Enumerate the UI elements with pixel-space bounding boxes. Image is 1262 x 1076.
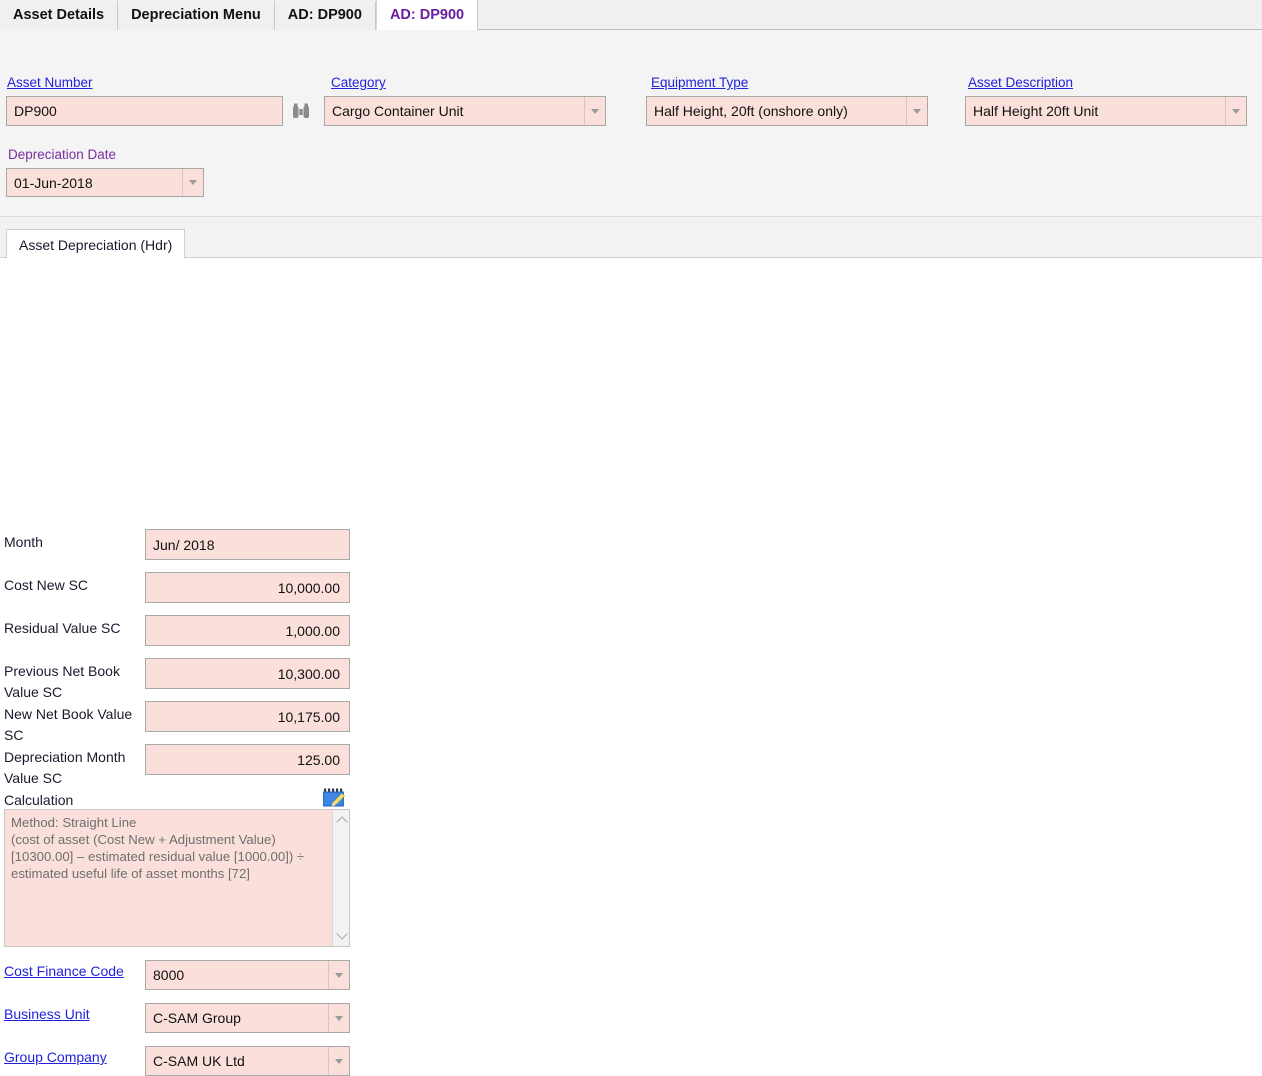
- depreciation-date-value: 01-Jun-2018: [14, 175, 93, 191]
- chevron-down-icon[interactable]: [906, 97, 927, 125]
- tab-ad-dp900-2[interactable]: AD: DP900: [376, 0, 478, 30]
- chevron-down-icon[interactable]: [182, 169, 203, 196]
- chevron-down-icon[interactable]: [328, 1004, 349, 1032]
- group-company-label[interactable]: Group Company: [4, 1047, 142, 1068]
- cost-new-sc-input[interactable]: 10,000.00: [145, 572, 350, 603]
- equipment-type-select[interactable]: Half Height, 20ft (onshore only): [646, 96, 928, 126]
- previous-net-book-value-sc-label: Previous Net Book Value SC: [4, 661, 144, 703]
- month-input[interactable]: Jun/ 2018: [145, 529, 350, 560]
- cost-new-sc-label: Cost New SC: [4, 575, 144, 596]
- asset-number-input[interactable]: DP900: [6, 96, 283, 126]
- asset-header-panel: Asset Number DP900 Category Cargo Contai…: [0, 30, 1262, 217]
- equipment-type-label[interactable]: Equipment Type: [651, 75, 748, 90]
- depreciation-month-value-sc-label: Depreciation Month Value SC: [4, 747, 144, 789]
- tab-depreciation-menu[interactable]: Depreciation Menu: [118, 1, 275, 30]
- residual-value-sc-input[interactable]: 1,000.00: [145, 615, 350, 646]
- asset-number-label[interactable]: Asset Number: [7, 75, 93, 90]
- cost-finance-code-value: 8000: [153, 967, 184, 983]
- group-company-select[interactable]: C-SAM UK Ltd: [145, 1046, 350, 1076]
- sub-tab-strip: Asset Depreciation (Hdr): [0, 217, 1262, 258]
- depreciation-month-value-sc-input[interactable]: 125.00: [145, 744, 350, 775]
- new-net-book-value-sc-input[interactable]: 10,175.00: [145, 701, 350, 732]
- category-select[interactable]: Cargo Container Unit: [324, 96, 606, 126]
- binoculars-icon[interactable]: [290, 100, 312, 122]
- notepad-edit-icon[interactable]: [322, 787, 346, 808]
- chevron-down-icon[interactable]: [1225, 97, 1246, 125]
- business-unit-select[interactable]: C-SAM Group: [145, 1003, 350, 1033]
- scroll-up-icon[interactable]: [333, 812, 350, 829]
- category-label[interactable]: Category: [331, 75, 386, 90]
- calculation-scrollbar[interactable]: [332, 810, 349, 946]
- business-unit-label[interactable]: Business Unit: [4, 1004, 142, 1025]
- calculation-text: Method: Straight Line (cost of asset (Co…: [11, 814, 321, 882]
- new-net-book-value-sc-label: New Net Book Value SC: [4, 704, 144, 746]
- scroll-down-icon[interactable]: [333, 927, 350, 944]
- asset-description-value: Half Height 20ft Unit: [973, 103, 1098, 119]
- cost-finance-code-label[interactable]: Cost Finance Code: [4, 961, 142, 982]
- cost-finance-code-select[interactable]: 8000: [145, 960, 350, 990]
- equipment-type-value: Half Height, 20ft (onshore only): [654, 103, 848, 119]
- tab-asset-depreciation-hdr[interactable]: Asset Depreciation (Hdr): [6, 229, 185, 259]
- depreciation-date-label: Depreciation Date: [8, 147, 116, 162]
- business-unit-value: C-SAM Group: [153, 1010, 241, 1026]
- chevron-down-icon[interactable]: [328, 1047, 349, 1075]
- main-tab-strip: Asset Details Depreciation Menu AD: DP90…: [0, 0, 1262, 30]
- month-label: Month: [4, 532, 144, 553]
- chevron-down-icon[interactable]: [328, 961, 349, 989]
- tab-ad-dp900-1[interactable]: AD: DP900: [275, 1, 376, 30]
- asset-depreciation-body: Month Jun/ 2018 Cost New SC 10,000.00 Re…: [0, 258, 1262, 831]
- residual-value-sc-label: Residual Value SC: [4, 618, 144, 639]
- category-value: Cargo Container Unit: [332, 103, 464, 119]
- asset-description-label[interactable]: Asset Description: [968, 75, 1073, 90]
- tab-asset-details[interactable]: Asset Details: [0, 1, 118, 30]
- asset-description-select[interactable]: Half Height 20ft Unit: [965, 96, 1247, 126]
- previous-net-book-value-sc-input[interactable]: 10,300.00: [145, 658, 350, 689]
- calculation-textarea[interactable]: Method: Straight Line (cost of asset (Co…: [4, 809, 350, 947]
- group-company-value: C-SAM UK Ltd: [153, 1053, 245, 1069]
- calculation-label: Calculation: [4, 790, 144, 811]
- chevron-down-icon[interactable]: [584, 97, 605, 125]
- depreciation-date-select[interactable]: 01-Jun-2018: [6, 168, 204, 197]
